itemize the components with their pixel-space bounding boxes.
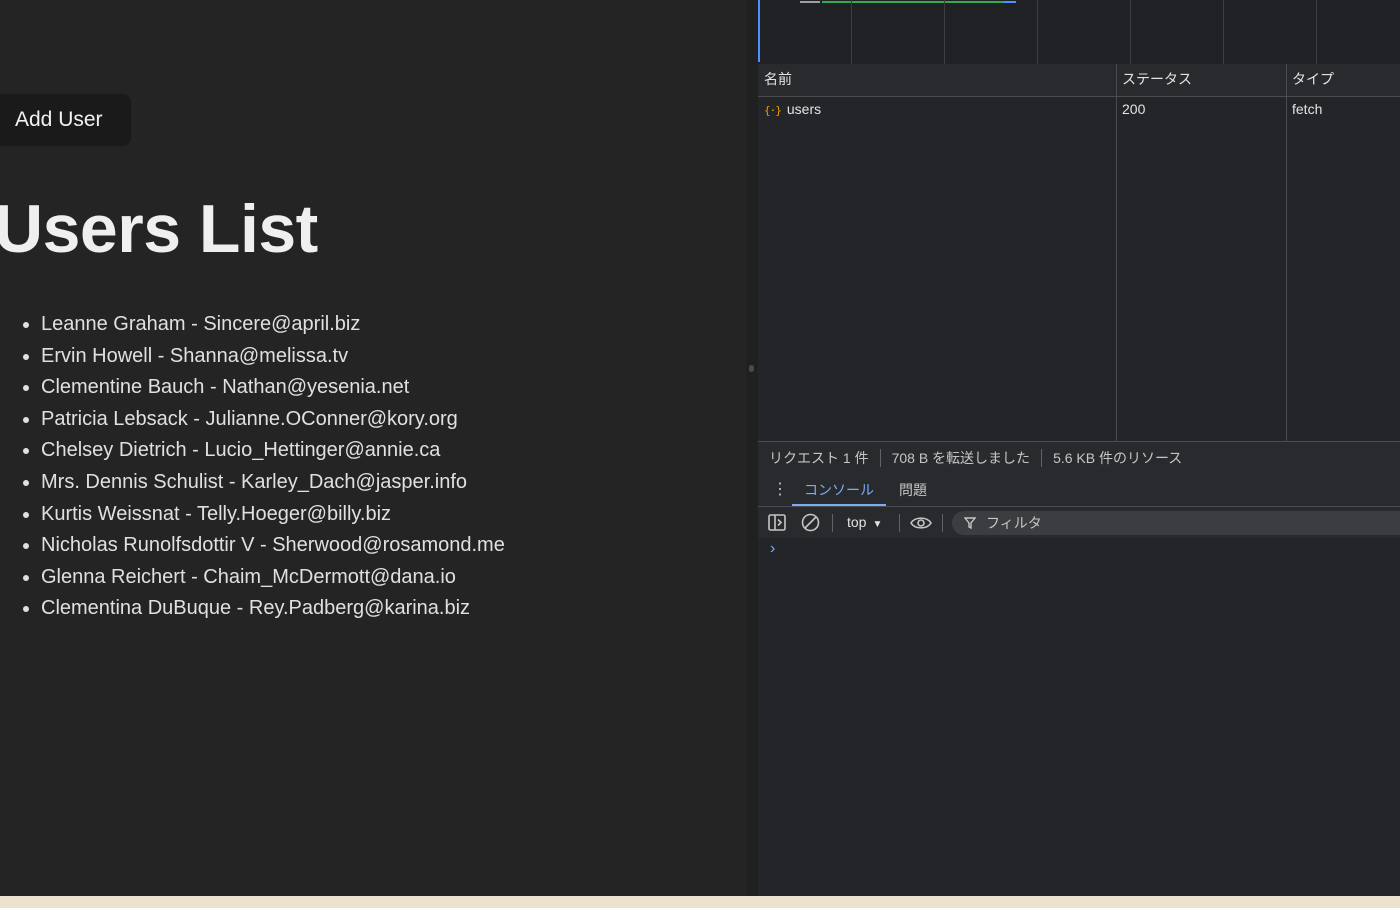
user-entry: Leanne Graham - Sincere@april.biz [41,313,361,335]
bullet-icon [23,606,29,613]
divider [899,514,900,532]
user-entry: Glenna Reichert - Chaim_McDermott@dana.i… [41,565,456,588]
column-header-status[interactable]: ステータス [1116,64,1286,96]
network-summary-bar: リクエスト 1 件 708 B を転送しました 5.6 KB 件のリソース [758,441,1400,475]
list-item: Clementine Bauch - Nathan@yesenia.net [0,372,505,404]
bullet-icon [23,385,29,392]
user-list: Leanne Graham - Sincere@april.biz Ervin … [0,309,505,625]
timeline-gridline [1037,0,1038,64]
json-icon: {·} [764,104,782,117]
page-title: Users List [0,191,318,267]
column-header-name[interactable]: 名前 [758,64,1116,96]
network-table-header: 名前 ステータス タイプ [758,64,1400,97]
divider [942,514,943,532]
timeline-gridline [944,0,945,64]
request-type-cell: fetch [1292,101,1323,117]
transferred-size: 708 B を転送しました [891,450,1031,466]
user-entry: Nicholas Runolfsdottir V - Sherwood@rosa… [41,534,505,557]
bullet-icon [23,353,29,360]
list-item: Nicholas Runolfsdottir V - Sherwood@rosa… [0,530,505,562]
divider [832,514,833,532]
list-item: Kurtis Weissnat - Telly.Hoeger@billy.biz [0,499,505,531]
console-toolbar: top ▼ フィルタ [758,507,1400,539]
column-divider[interactable] [1116,64,1117,441]
table-row[interactable]: {·} users 200 fetch [758,97,1400,123]
list-item: Leanne Graham - Sincere@april.biz [0,309,505,341]
app-pane: Add User Users List Leanne Graham - Sinc… [0,0,746,896]
bullet-icon [23,448,29,455]
user-entry: Chelsey Dietrich - Lucio_Hettinger@annie… [41,439,441,462]
timeline-gridline [1223,0,1224,64]
list-item: Clementina DuBuque - Rey.Padberg@karina.… [0,593,505,625]
filter-placeholder: フィルタ [986,515,1042,531]
user-entry: Clementina DuBuque - Rey.Padberg@karina.… [41,597,471,620]
list-item: Glenna Reichert - Chaim_McDermott@dana.i… [0,562,505,594]
bullet-icon [23,511,29,518]
tab-issues[interactable]: 問題 [899,474,927,506]
filter-funnel-icon [964,517,976,529]
timeline-waiting-bar [800,1,820,3]
console-prompt-chevron-icon[interactable]: › [770,540,775,558]
timeline-download-bar [1004,1,1016,3]
splitter-grip-icon[interactable] [749,365,754,372]
bullet-icon [23,322,29,328]
panel-splitter[interactable] [746,0,758,896]
column-header-type[interactable]: タイプ [1286,64,1400,96]
user-entry: Mrs. Dennis Schulist - Karley_Dach@jaspe… [41,470,468,493]
window-bottom-edge [0,896,1400,908]
bullet-icon [23,479,29,486]
clear-console-icon[interactable] [801,513,820,532]
resources-size: 5.6 KB 件のリソース [1053,450,1183,466]
timeline-gridline [1316,0,1317,64]
more-options-icon[interactable]: ⋮ [772,482,788,498]
timeline-marker [758,0,760,62]
context-selector[interactable]: top ▼ [847,507,882,538]
request-name: users [786,101,822,117]
list-item: Ervin Howell - Shanna@melissa.tv [0,341,505,373]
list-item: Chelsey Dietrich - Lucio_Hettinger@annie… [0,435,505,467]
timeline-request-bar [822,1,1004,3]
drawer-tab-bar: ⋮ コンソール 問題 [758,474,1400,507]
user-entry: Clementine Bauch - Nathan@yesenia.net [41,376,410,399]
bullet-icon [23,416,29,423]
filter-input[interactable]: フィルタ [952,511,1400,535]
devtools-panel: 名前 ステータス タイプ {·} users 200 fetch リクエスト 1 … [758,0,1400,896]
sidebar-toggle-icon[interactable] [768,514,786,531]
request-count: リクエスト 1 件 [769,450,869,466]
request-name-cell[interactable]: {·} users [758,97,1116,123]
user-entry: Kurtis Weissnat - Telly.Hoeger@billy.biz [41,502,392,525]
user-entry: Ervin Howell - Shanna@melissa.tv [41,344,349,367]
timeline-gridline [1130,0,1131,64]
add-user-button[interactable]: Add User [0,94,131,146]
network-overview-timeline[interactable] [758,0,1400,65]
bullet-icon [23,574,29,581]
context-value: top [847,514,867,530]
column-divider[interactable] [1286,64,1287,441]
bullet-icon [23,543,29,550]
timeline-gridline [851,0,852,64]
list-item: Patricia Lebsack - Julianne.OConner@kory… [0,404,505,436]
dropdown-arrow-icon: ▼ [872,519,883,530]
console-output[interactable]: › [758,538,1400,896]
network-table-body: {·} users 200 fetch [758,97,1400,441]
list-item: Mrs. Dennis Schulist - Karley_Dach@jaspe… [0,467,505,499]
request-status-cell: 200 [1122,101,1146,117]
user-entry: Patricia Lebsack - Julianne.OConner@kory… [41,407,458,430]
tab-console[interactable]: コンソール [792,474,886,506]
live-expression-eye-icon[interactable] [910,516,932,530]
